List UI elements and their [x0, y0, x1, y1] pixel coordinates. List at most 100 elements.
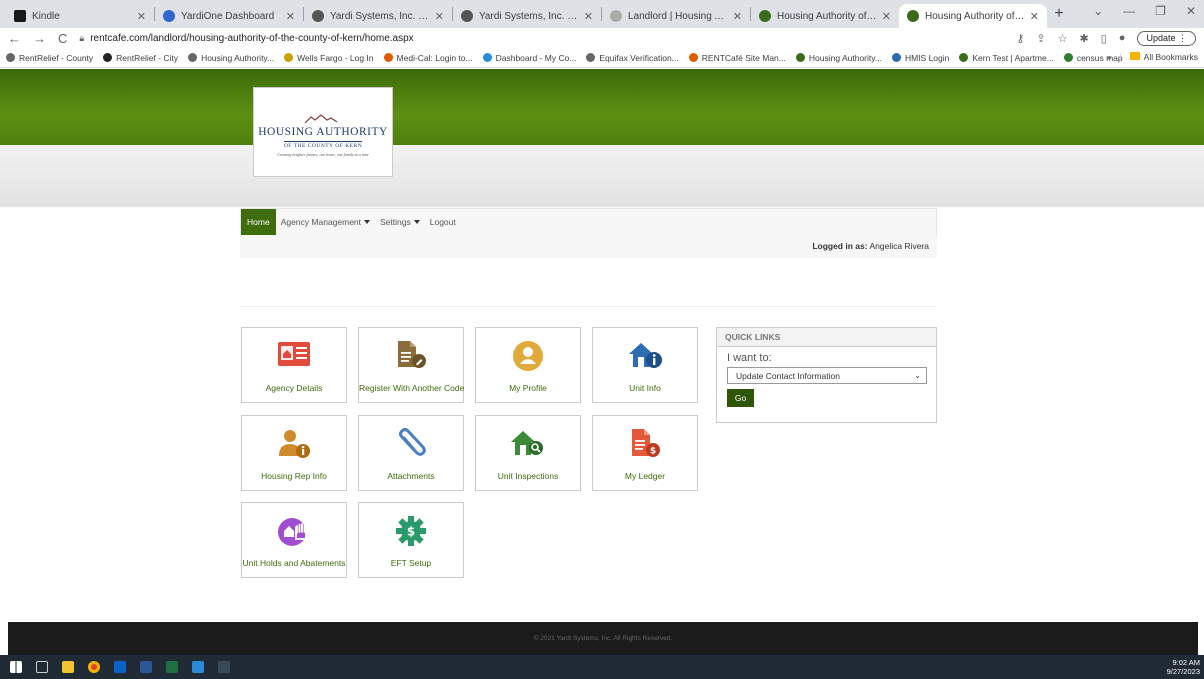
tile-my-profile[interactable]: My Profile — [475, 327, 581, 403]
bookmark-item[interactable]: Wells Fargo - Log In — [284, 53, 374, 63]
file-explorer-icon[interactable] — [62, 661, 74, 673]
outlook-icon[interactable] — [114, 661, 126, 673]
bookmark-item[interactable]: RENTCafé Site Man... — [688, 53, 786, 63]
window-controls: ⌄ — ❐ ✕ — [1093, 4, 1196, 18]
forward-icon[interactable]: → — [33, 31, 46, 46]
tile-my-ledger[interactable]: $ My Ledger — [592, 415, 698, 491]
tab-search-icon[interactable]: ⌄ — [1093, 4, 1103, 18]
browser-tab[interactable]: YardiOne Dashboard ✕ — [155, 4, 303, 28]
bookmark-item[interactable]: Housing Authority... — [795, 53, 882, 63]
nav-logout[interactable]: Logout — [425, 217, 461, 227]
bookmark-item[interactable]: Dashboard - My Co... — [482, 53, 576, 63]
bookmark-favicon-icon — [103, 53, 113, 62]
agency-details-icon — [278, 342, 310, 366]
profile-avatar-icon[interactable]: ● — [1119, 32, 1126, 44]
housing-authority-logo[interactable]: HOUSING AUTHORITY OF THE COUNTY OF KERN … — [253, 87, 393, 177]
key-icon[interactable]: ⚷ — [1016, 32, 1024, 45]
divider — [240, 306, 937, 307]
tile-eft-setup[interactable]: $ EFT Setup — [358, 502, 464, 578]
logo-subtitle: OF THE COUNTY OF KERN — [283, 140, 363, 149]
star-icon[interactable]: ☆ — [1058, 32, 1068, 45]
sidepanel-icon[interactable]: ▯ — [1101, 32, 1107, 45]
svg-text:$: $ — [407, 525, 415, 539]
browser-tab[interactable]: Housing Authority of the Count✕ — [751, 4, 899, 28]
bookmark-item[interactable]: RentRelief - County — [6, 53, 93, 63]
minimize-icon[interactable]: — — [1123, 4, 1135, 18]
page-footer: © 2021 Yardi Systems, Inc. All Rights Re… — [8, 622, 1198, 655]
reload-icon[interactable]: C — [58, 31, 67, 46]
tile-agency-details[interactable]: Agency Details — [241, 327, 347, 403]
bookmark-favicon-icon — [482, 53, 492, 62]
tile-register-another-code[interactable]: Register With Another Code — [358, 327, 464, 403]
chevron-down-icon: ⌄ — [914, 371, 921, 380]
close-icon[interactable]: ✕ — [733, 10, 742, 23]
teams-icon[interactable] — [192, 661, 204, 673]
browser-tab[interactable]: Kindle ✕ — [6, 4, 154, 28]
bookmark-item[interactable]: HMIS Login — [891, 53, 949, 63]
lock-icon: 🔒︎ — [79, 32, 85, 43]
bookmark-item[interactable]: Kern Test | Apartme... — [959, 53, 1054, 63]
bookmark-favicon-icon — [1063, 53, 1073, 62]
excel-icon[interactable] — [166, 661, 178, 673]
bookmark-item[interactable]: Equifax Verification... — [586, 53, 679, 63]
browser-tab[interactable]: Yardi Systems, Inc. - Inspection✕ — [453, 4, 601, 28]
tile-unit-info[interactable]: Unit Info — [592, 327, 698, 403]
word-icon[interactable] — [140, 661, 152, 673]
tile-unit-inspections[interactable]: Unit Inspections — [475, 415, 581, 491]
bookmark-item[interactable]: RentRelief - City — [103, 53, 178, 63]
housing-rep-icon — [279, 430, 310, 458]
go-button[interactable]: Go — [727, 389, 754, 407]
yardione-favicon-icon — [163, 10, 175, 22]
update-button[interactable]: Update ⋮ — [1137, 30, 1196, 46]
restore-icon[interactable]: ❐ — [1155, 4, 1166, 18]
url-field[interactable]: 🔒︎ rentcafe.com/landlord/housing-authorit… — [79, 33, 1016, 44]
quick-links-select[interactable]: Update Contact Information ⌄ — [727, 367, 927, 384]
bookmark-favicon-icon — [383, 53, 393, 62]
browser-tab-bar: Kindle ✕ YardiOne Dashboard ✕ Yardi System… — [0, 0, 1204, 28]
close-icon[interactable]: ✕ — [882, 10, 891, 23]
unit-inspection-icon — [511, 431, 543, 455]
bookmark-item[interactable]: Medi-Cal: Login to... — [383, 53, 473, 63]
chrome-icon[interactable] — [88, 661, 100, 673]
main-nav: Home Agency Management Settings Logout — [240, 208, 937, 235]
mountains-logo-icon — [304, 113, 338, 123]
close-icon[interactable]: ✕ — [286, 10, 295, 23]
register-icon — [398, 341, 426, 368]
windows-start-icon[interactable] — [10, 661, 22, 673]
close-icon[interactable]: ✕ — [584, 10, 593, 23]
acrobat-icon[interactable] — [218, 661, 230, 673]
task-view-icon[interactable] — [36, 661, 48, 673]
close-window-icon[interactable]: ✕ — [1186, 4, 1196, 18]
close-icon[interactable]: ✕ — [1030, 10, 1039, 23]
divider: | — [1119, 52, 1122, 62]
extensions-icon[interactable]: ✱ — [1080, 32, 1089, 45]
tile-housing-rep-info[interactable]: Housing Rep Info — [241, 415, 347, 491]
bookmarks-bar: RentRelief - County RentRelief - City Hous… — [0, 48, 1204, 68]
close-icon[interactable]: ✕ — [435, 10, 444, 23]
housing-authority-favicon-icon — [759, 10, 771, 22]
browser-tab-active[interactable]: Housing Authority of the Count✕ — [899, 4, 1047, 28]
new-tab-button[interactable]: + — [1047, 2, 1071, 26]
close-icon[interactable]: ✕ — [137, 10, 146, 23]
all-bookmarks[interactable]: » | All Bookmarks — [1107, 52, 1198, 62]
nav-home[interactable]: Home — [241, 209, 276, 235]
logo-tagline: Creating brighter futures, one home, one… — [277, 151, 369, 157]
browser-tab[interactable]: Yardi Systems, Inc. - Inspection✕ — [304, 4, 452, 28]
windows-taskbar: 9:02 AM 9/27/2023 — [0, 655, 1204, 679]
nav-agency-management[interactable]: Agency Management — [276, 217, 375, 227]
tile-unit-holds-abatements[interactable]: Unit Holds and Abatements — [241, 502, 347, 578]
back-icon[interactable]: ← — [8, 31, 21, 46]
bookmark-item[interactable]: Housing Authority... — [188, 53, 274, 63]
svg-text:$: $ — [650, 447, 656, 457]
bookmark-favicon-icon — [688, 53, 698, 62]
bookmark-favicon-icon — [586, 53, 596, 62]
bookmark-favicon-icon — [284, 53, 294, 62]
folder-icon — [1129, 52, 1140, 60]
nav-settings[interactable]: Settings — [375, 217, 425, 227]
more-bookmarks-icon[interactable]: » — [1107, 52, 1112, 62]
share-icon[interactable]: ⇪ — [1036, 32, 1045, 45]
system-clock[interactable]: 9:02 AM 9/27/2023 — [1167, 658, 1200, 676]
tile-attachments[interactable]: Attachments — [358, 415, 464, 491]
browser-tab[interactable]: Landlord | Housing Authority o✕ — [602, 4, 750, 28]
unit-holds-icon — [278, 518, 307, 546]
